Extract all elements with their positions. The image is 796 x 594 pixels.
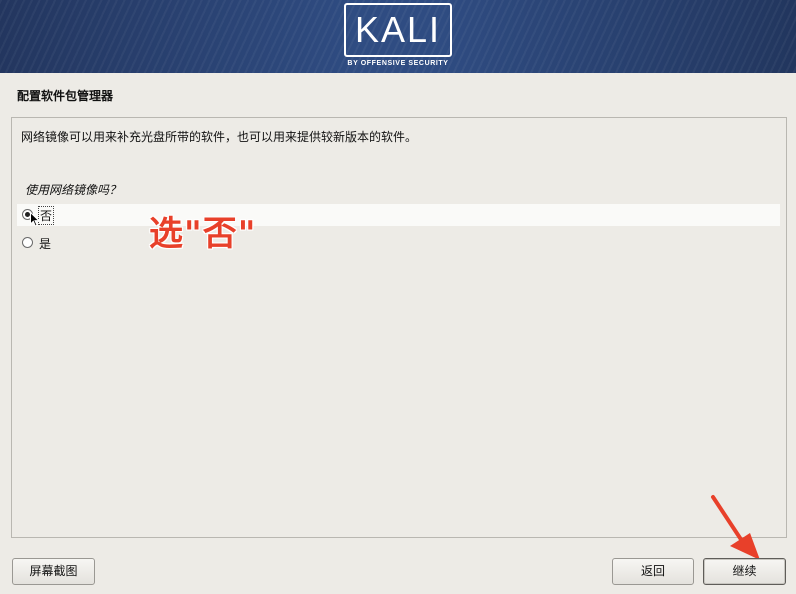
annotation-arrow-icon — [711, 495, 760, 560]
logo-subtitle: BY OFFENSIVE SECURITY — [347, 60, 449, 67]
page-title: 配置软件包管理器 — [17, 89, 114, 103]
option-yes[interactable]: 是 — [17, 232, 780, 254]
kali-logo: KALI — [344, 3, 452, 57]
question-text: 使用网络镜像吗？ — [25, 183, 122, 197]
content-panel: 网络镜像可以用来补充光盘所带的软件，也可以用来提供较新版本的软件。 使用网络镜像… — [11, 117, 787, 538]
option-no-label: 否 — [37, 206, 55, 225]
continue-button[interactable]: 继续 — [703, 558, 786, 585]
radio-yes[interactable] — [22, 237, 33, 248]
header-banner: KALI BY OFFENSIVE SECURITY — [0, 0, 796, 73]
logo-text: KALI — [354, 9, 442, 50]
option-yes-label: 是 — [39, 237, 52, 251]
mouse-cursor-icon — [30, 212, 40, 227]
back-button[interactable]: 返回 — [612, 558, 694, 585]
annotation-text: 选"否" — [149, 214, 257, 254]
option-no[interactable]: 否 — [17, 204, 780, 227]
description-text: 网络镜像可以用来补充光盘所带的软件，也可以用来提供较新版本的软件。 — [21, 130, 418, 144]
screenshot-button[interactable]: 屏幕截图 — [12, 558, 95, 585]
